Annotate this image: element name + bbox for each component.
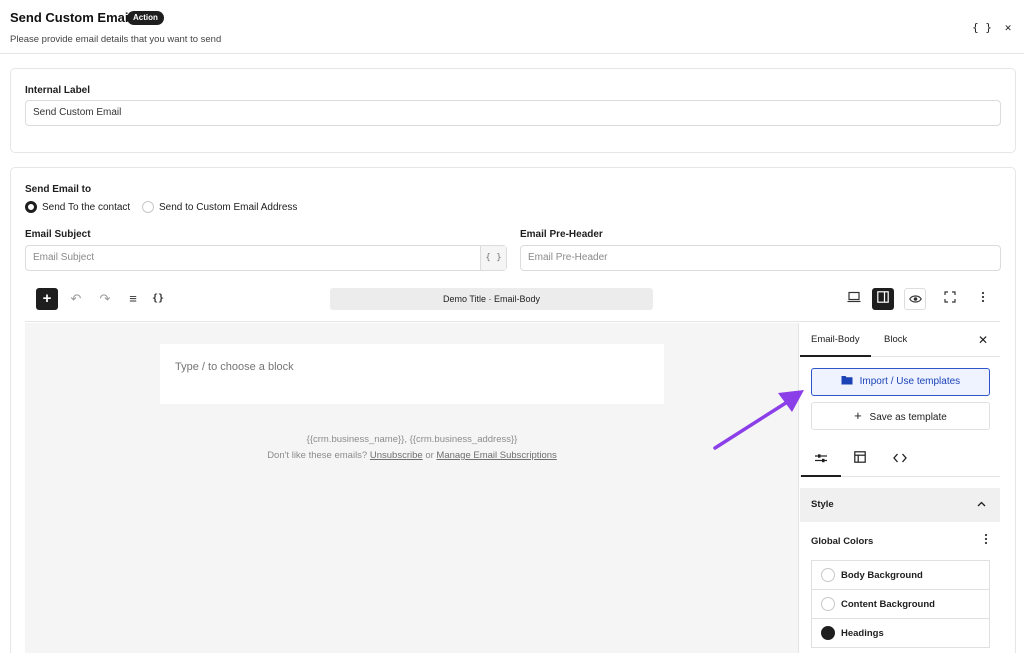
radio-send-to-contact[interactable]: Send To the contact [25,201,130,213]
email-subject-input[interactable]: Email Subject [25,245,507,271]
color-item-content-background[interactable]: Content Background [812,590,989,619]
layout-icon[interactable] [840,441,880,477]
email-preheader-label: Email Pre-Header [520,229,603,240]
save-as-template-label: Save as template [869,412,947,423]
sidebar-icon-tabs [800,441,1000,477]
color-swatch [821,568,835,582]
radio-label: Send To the contact [42,201,131,213]
global-colors-list: Body Background Content Background Headi… [811,560,990,648]
radio-unchecked[interactable] [142,201,154,213]
color-item-body-background[interactable]: Body Background [812,561,989,590]
folder-icon [841,376,853,385]
sidebar-toggle-icon[interactable] [872,288,894,310]
plus-icon[interactable]: + [36,288,58,310]
block-placeholder[interactable]: Type / to choose a block [160,344,664,404]
merge-tags-icon[interactable]: { } [972,18,992,38]
color-swatch [821,597,835,611]
send-email-to-label: Send Email to [25,184,92,195]
editor-toolbar: + ↶ ↷ ≡ {} Demo Title · Email-Body [25,284,1000,322]
footer-prefix: Don't like these emails? [267,450,368,461]
footer-or: or [425,450,434,461]
color-label: Body Background [841,569,923,581]
radio-send-to-custom[interactable]: Send to Custom Email Address [142,201,297,213]
internal-label-card: Internal Label Send Custom Email [10,68,1016,153]
color-swatch [821,626,835,640]
global-colors-title: Global Colors [811,536,874,547]
merge-tags-icon[interactable]: {} [147,288,169,310]
radio-checked[interactable] [25,201,37,213]
email-preheader-input[interactable]: Email Pre-Header [520,245,1001,271]
settings-sidebar: Email-Body Block ✕ Import / Use template… [800,323,1000,653]
redo-icon[interactable]: ↷ [94,288,116,310]
close-icon[interactable]: ✕ [974,331,992,349]
more-vertical-icon[interactable] [984,533,988,548]
email-canvas: Type / to choose a block {{crm.business_… [25,323,799,653]
email-subject-label: Email Subject [25,229,91,240]
radio-label: Send to Custom Email Address [159,201,298,213]
eye-icon[interactable] [904,288,926,310]
undo-icon[interactable]: ↶ [65,288,87,310]
internal-label-input[interactable]: Send Custom Email [25,100,1001,126]
sidebar-tabs: Email-Body Block ✕ [800,323,1000,357]
close-icon[interactable]: ✕ [998,18,1018,38]
chevron-up-icon[interactable] [977,488,986,522]
action-badge: Action [127,11,164,25]
footer-merge-tags: {{crm.business_name}}, {{crm.business_ad… [306,434,518,445]
color-label: Headings [841,627,884,639]
desktop-preview-icon[interactable] [843,288,865,310]
color-item-headings[interactable]: Headings [812,619,989,648]
unsubscribe-link[interactable]: Unsubscribe [370,450,423,461]
subject-merge-tag-icon[interactable]: { } [480,246,506,270]
page-subtitle: Please provide email details that you wa… [10,34,222,45]
tab-email-body[interactable]: Email-Body [800,323,871,357]
tab-block[interactable]: Block [873,323,918,357]
plus-icon: + [854,408,862,423]
modal-header: Send Custom Email Action Please provide … [0,0,1024,54]
sliders-icon[interactable] [801,441,841,477]
page-title: Send Custom Email [10,10,133,25]
footer-unsubscribe-line: Don't like these emails? Unsubscribe or … [25,450,799,461]
manage-subscriptions-link[interactable]: Manage Email Subscriptions [436,450,556,461]
save-as-template-button[interactable]: + Save as template [811,402,990,430]
document-outline-icon[interactable]: ≡ [122,288,144,310]
more-vertical-icon[interactable] [972,288,994,310]
style-panel-header[interactable]: Style [800,488,1000,522]
document-title[interactable]: Demo Title · Email-Body [330,288,653,310]
fullscreen-icon[interactable] [939,288,961,310]
internal-label-label: Internal Label [25,85,91,96]
style-title: Style [811,499,834,510]
code-icon[interactable] [880,441,920,477]
import-templates-button[interactable]: Import / Use templates [811,368,990,396]
import-templates-label: Import / Use templates [859,376,961,387]
color-label: Content Background [841,598,935,610]
